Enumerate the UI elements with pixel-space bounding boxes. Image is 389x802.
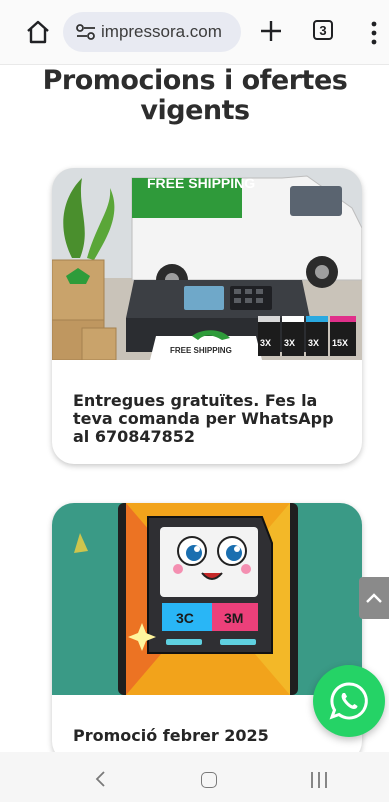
- paper-text: FREE SHIPPING: [170, 346, 232, 355]
- site-settings-icon[interactable]: [75, 23, 97, 41]
- cartridge-label: 3X: [284, 338, 295, 348]
- address-bar[interactable]: impressora.com: [63, 12, 241, 52]
- tab-switcher-button[interactable]: 3: [313, 20, 333, 40]
- back-icon[interactable]: [93, 770, 107, 788]
- home-icon[interactable]: [201, 772, 217, 788]
- url-text[interactable]: impressora.com: [101, 22, 222, 42]
- promo-card-text: Promoció febrer 2025: [73, 726, 269, 745]
- page-title: Promocions i ofertes vigents: [42, 65, 348, 126]
- promo-card-free-shipping[interactable]: FREE SHIPPING FREE SHIPPING 3X 3X 3X 15X…: [52, 168, 362, 464]
- system-navigation-bar: [0, 752, 389, 802]
- free-shipping-image: FREE SHIPPING FREE SHIPPING 3X 3X 3X 15X: [52, 168, 362, 360]
- cartridge-label: 3X: [308, 338, 319, 348]
- new-tab-icon[interactable]: [258, 18, 284, 44]
- browser-toolbar: impressora.com 3: [0, 0, 389, 65]
- chevron-up-icon: [366, 593, 382, 603]
- cartridge-mascot-image: 3C 3M: [52, 503, 362, 695]
- cartridge-label: 3X: [260, 338, 271, 348]
- whatsapp-button[interactable]: [313, 665, 385, 737]
- whatsapp-icon: [329, 682, 368, 720]
- promo-card-text: Entregues gratuïtes. Fes la teva comanda…: [73, 391, 334, 446]
- cartridge-label: 15X: [332, 338, 348, 348]
- recents-icon[interactable]: [309, 771, 329, 789]
- scroll-to-top-button[interactable]: [359, 577, 389, 619]
- label-left-text: 3C: [176, 610, 194, 626]
- label-right-text: 3M: [224, 610, 243, 626]
- more-menu-icon[interactable]: [370, 20, 378, 46]
- home-icon[interactable]: [24, 18, 52, 46]
- banner-text: FREE SHIPPING: [147, 175, 255, 191]
- promo-card-february[interactable]: 3C 3M Promoció febrer 2025: [52, 503, 362, 763]
